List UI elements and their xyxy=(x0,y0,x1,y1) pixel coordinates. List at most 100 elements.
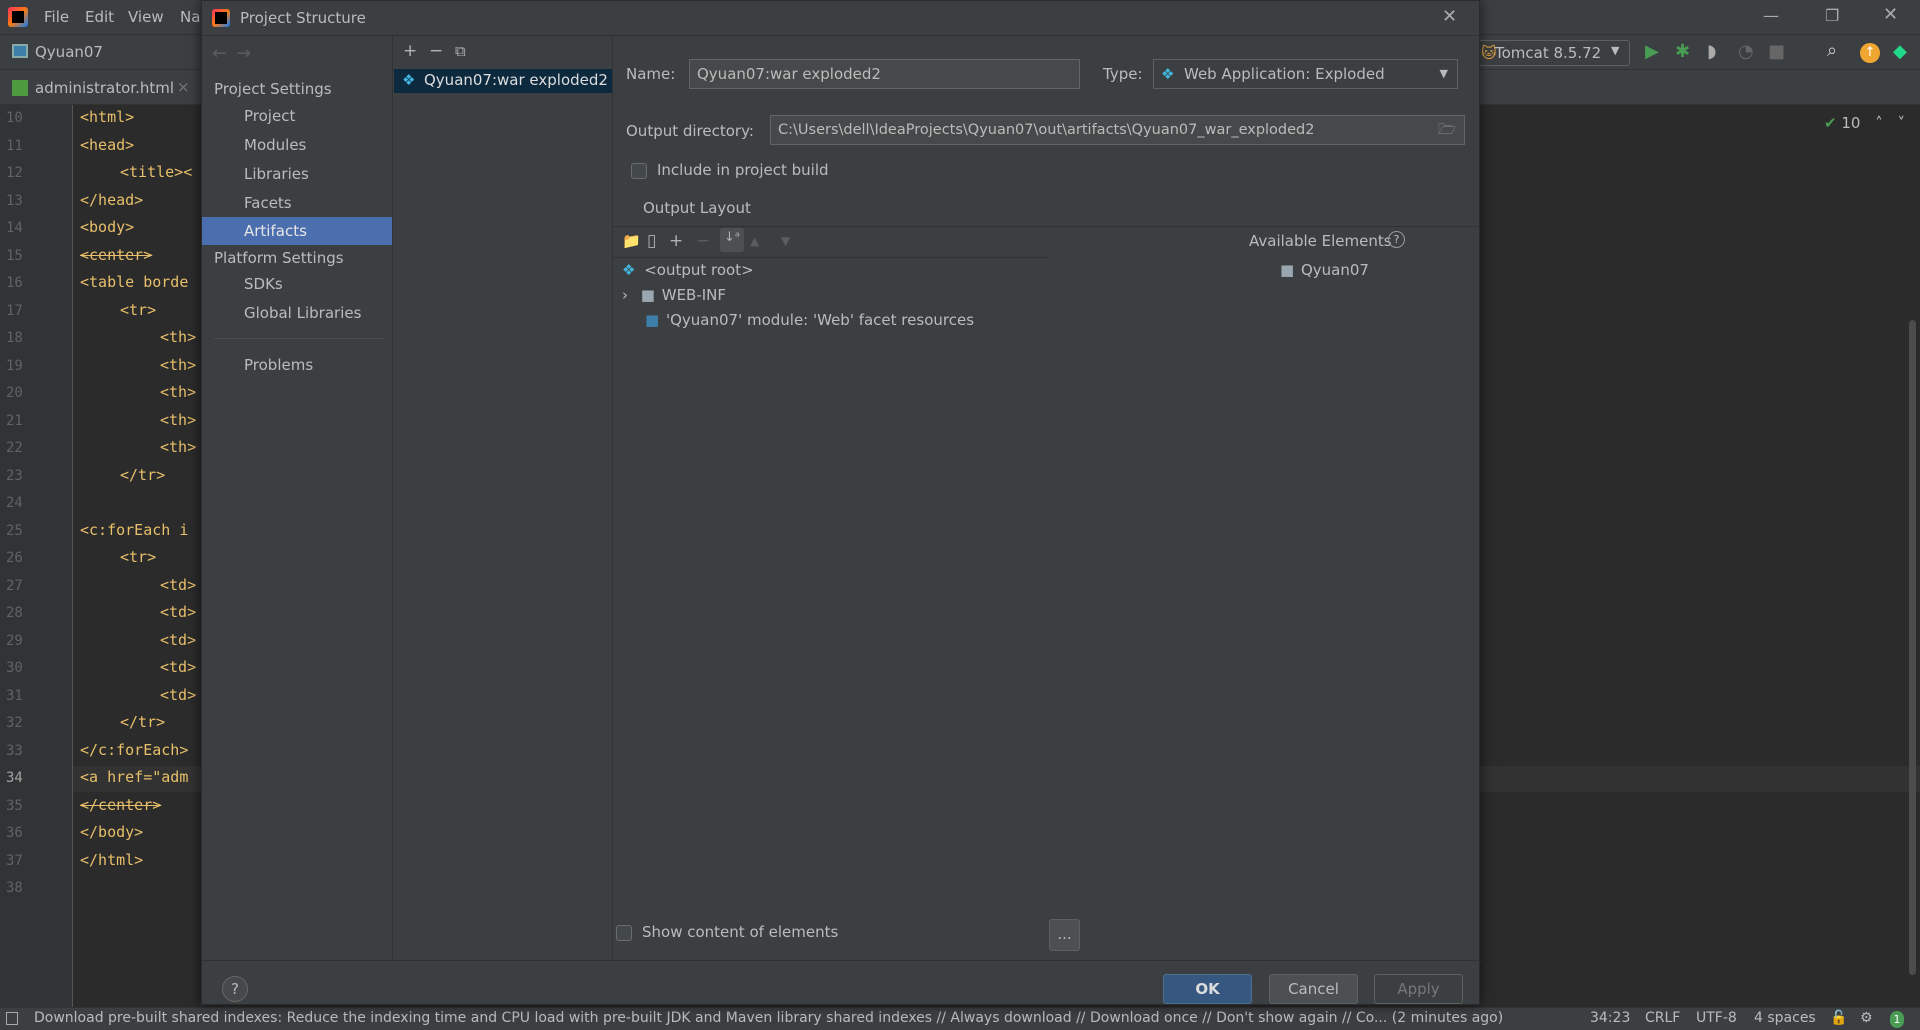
apply-button[interactable]: Apply xyxy=(1374,974,1463,1004)
profile-icon[interactable]: ◔ xyxy=(1738,41,1754,62)
tree-item-web-inf[interactable]: › ■ WEB-INF xyxy=(622,286,726,304)
code-line[interactable]: <table borde xyxy=(80,273,188,291)
close-window-icon[interactable]: ✕ xyxy=(1883,4,1898,25)
move-up-icon[interactable]: ▲ xyxy=(750,231,759,251)
add-icon[interactable]: + xyxy=(403,41,417,61)
output-directory-input[interactable]: C:\Users\dell\IdeaProjects\Qyuan07\out\a… xyxy=(770,115,1465,145)
show-content-options-button[interactable]: ... xyxy=(1049,919,1080,951)
menu-navigate[interactable]: Na xyxy=(180,8,200,26)
update-icon[interactable]: ↑ xyxy=(1860,43,1880,63)
type-select[interactable]: ❖ Web Application: Exploded ▼ xyxy=(1153,59,1458,89)
copy-icon[interactable]: ⧉ xyxy=(455,41,466,61)
code-line[interactable]: </c:forEach> xyxy=(80,741,188,759)
notification-badge[interactable]: 1 xyxy=(1890,1011,1904,1028)
file-tab[interactable]: administrator.html xyxy=(35,79,174,97)
nav-item-sdks[interactable]: SDKs xyxy=(202,270,392,298)
code-line[interactable]: <tr> xyxy=(120,301,156,319)
sort-icon[interactable]: ↓ᵃ xyxy=(720,228,744,252)
add-copy-icon[interactable]: + xyxy=(669,231,683,251)
code-line[interactable]: <c:forEach i xyxy=(80,521,188,539)
move-down-icon[interactable]: ▼ xyxy=(781,231,790,251)
back-arrow-icon[interactable]: ← xyxy=(212,43,227,64)
available-item-module[interactable]: ■ Qyuan07 xyxy=(1280,261,1369,279)
code-line[interactable]: <th> xyxy=(160,383,196,401)
editor-scrollbar[interactable] xyxy=(1909,320,1916,975)
nav-item-project[interactable]: Project xyxy=(202,102,392,130)
code-line[interactable]: <tr> xyxy=(120,548,156,566)
nav-item-facets[interactable]: Facets xyxy=(202,189,392,217)
name-input[interactable]: Qyuan07:war exploded2 xyxy=(689,59,1080,89)
run-icon[interactable]: ▶ xyxy=(1645,41,1659,62)
file-encoding[interactable]: UTF-8 xyxy=(1696,1010,1737,1026)
tree-item-output-root[interactable]: ❖ <output root> xyxy=(622,261,754,279)
search-icon[interactable]: ⌕ xyxy=(1827,40,1837,61)
artifact-list-item[interactable]: ❖ Qyuan07:war exploded2 xyxy=(394,69,612,93)
forward-arrow-icon[interactable]: → xyxy=(236,43,251,64)
code-line[interactable]: <head> xyxy=(80,136,134,154)
code-line[interactable]: </tr> xyxy=(120,713,165,731)
menu-view[interactable]: View xyxy=(128,8,164,26)
show-content-label[interactable]: Show content of elements xyxy=(642,923,838,941)
project-name[interactable]: Qyuan07 xyxy=(35,43,103,61)
restore-icon[interactable]: ❐ xyxy=(1825,6,1839,25)
chevron-right-icon[interactable]: › xyxy=(622,286,628,304)
chevron-up-icon[interactable]: ˄ xyxy=(1875,114,1883,132)
cancel-button[interactable]: Cancel xyxy=(1269,974,1358,1004)
nav-item-modules[interactable]: Modules xyxy=(202,131,392,159)
menu-edit[interactable]: Edit xyxy=(85,8,114,26)
close-tab-icon[interactable]: × xyxy=(177,78,190,96)
caret-position[interactable]: 34:23 xyxy=(1590,1010,1630,1026)
coverage-icon[interactable]: ◗ xyxy=(1707,41,1716,62)
remove-icon[interactable]: − xyxy=(429,41,443,61)
code-line[interactable]: <th> xyxy=(160,356,196,374)
code-line[interactable]: </center> xyxy=(80,796,161,814)
code-line[interactable]: </body> xyxy=(80,823,143,841)
code-line[interactable]: <td> xyxy=(160,603,196,621)
show-content-checkbox[interactable] xyxy=(616,925,632,941)
help-circle-icon[interactable]: ? xyxy=(1388,231,1405,248)
indent-setting[interactable]: 4 spaces xyxy=(1754,1010,1816,1026)
code-line[interactable]: </tr> xyxy=(120,466,165,484)
run-config-select[interactable]: 🐱 Tomcat 8.5.72 ▼ xyxy=(1470,40,1630,66)
chevron-down-icon[interactable]: ˅ xyxy=(1898,114,1906,132)
nav-item-artifacts[interactable]: Artifacts xyxy=(202,217,392,245)
code-line[interactable]: <th> xyxy=(160,411,196,429)
code-line[interactable]: <td> xyxy=(160,576,196,594)
code-line[interactable]: <body> xyxy=(80,218,134,236)
event-log-icon[interactable]: ⚙ xyxy=(1860,1010,1873,1026)
create-directory-icon[interactable]: 📁 xyxy=(622,231,641,251)
code-line[interactable]: </head> xyxy=(80,191,143,209)
line-separator[interactable]: CRLF xyxy=(1645,1010,1680,1026)
code-line[interactable]: <th> xyxy=(160,438,196,456)
create-archive-icon[interactable]: ▯ xyxy=(647,231,656,251)
code-line[interactable]: <td> xyxy=(160,686,196,704)
lock-icon[interactable]: 🔓 xyxy=(1830,1010,1847,1026)
code-line[interactable]: </html> xyxy=(80,851,143,869)
help-button[interactable]: ? xyxy=(222,976,248,1002)
code-line[interactable]: <td> xyxy=(160,658,196,676)
code-line[interactable]: <a href="adm xyxy=(80,768,188,786)
menu-file[interactable]: File xyxy=(44,8,69,26)
inspection-widget[interactable]: ✔ 10 ˄ ˅ xyxy=(1824,114,1905,132)
remove-icon[interactable]: − xyxy=(696,231,710,251)
code-line[interactable]: <title>< xyxy=(120,163,192,181)
close-dialog-icon[interactable]: ✕ xyxy=(1442,6,1457,27)
nav-item-global-libraries[interactable]: Global Libraries xyxy=(202,299,392,327)
code-line[interactable]: <td> xyxy=(160,631,196,649)
code-line[interactable]: <th> xyxy=(160,328,196,346)
stop-icon[interactable]: ■ xyxy=(1768,41,1785,62)
toggle-panels-icon[interactable] xyxy=(6,1012,18,1025)
status-message[interactable]: Download pre-built shared indexes: Reduc… xyxy=(34,1010,1549,1026)
toolbox-icon[interactable]: ◆ xyxy=(1893,41,1907,62)
ok-button[interactable]: OK xyxy=(1163,974,1252,1004)
include-in-build-label[interactable]: Include in project build xyxy=(657,161,829,179)
nav-item-libraries[interactable]: Libraries xyxy=(202,160,392,188)
folder-browse-icon[interactable]: 🗁 xyxy=(1438,116,1456,144)
code-line[interactable]: <center> xyxy=(80,246,152,264)
debug-icon[interactable]: ✱ xyxy=(1675,41,1690,62)
nav-item-problems[interactable]: Problems xyxy=(202,351,392,379)
code-line[interactable]: <html> xyxy=(80,108,134,126)
tree-item-facet-resources[interactable]: ■ 'Qyuan07' module: 'Web' facet resource… xyxy=(645,311,974,329)
minimize-icon[interactable]: — xyxy=(1763,6,1779,25)
include-in-build-checkbox[interactable] xyxy=(631,163,647,179)
